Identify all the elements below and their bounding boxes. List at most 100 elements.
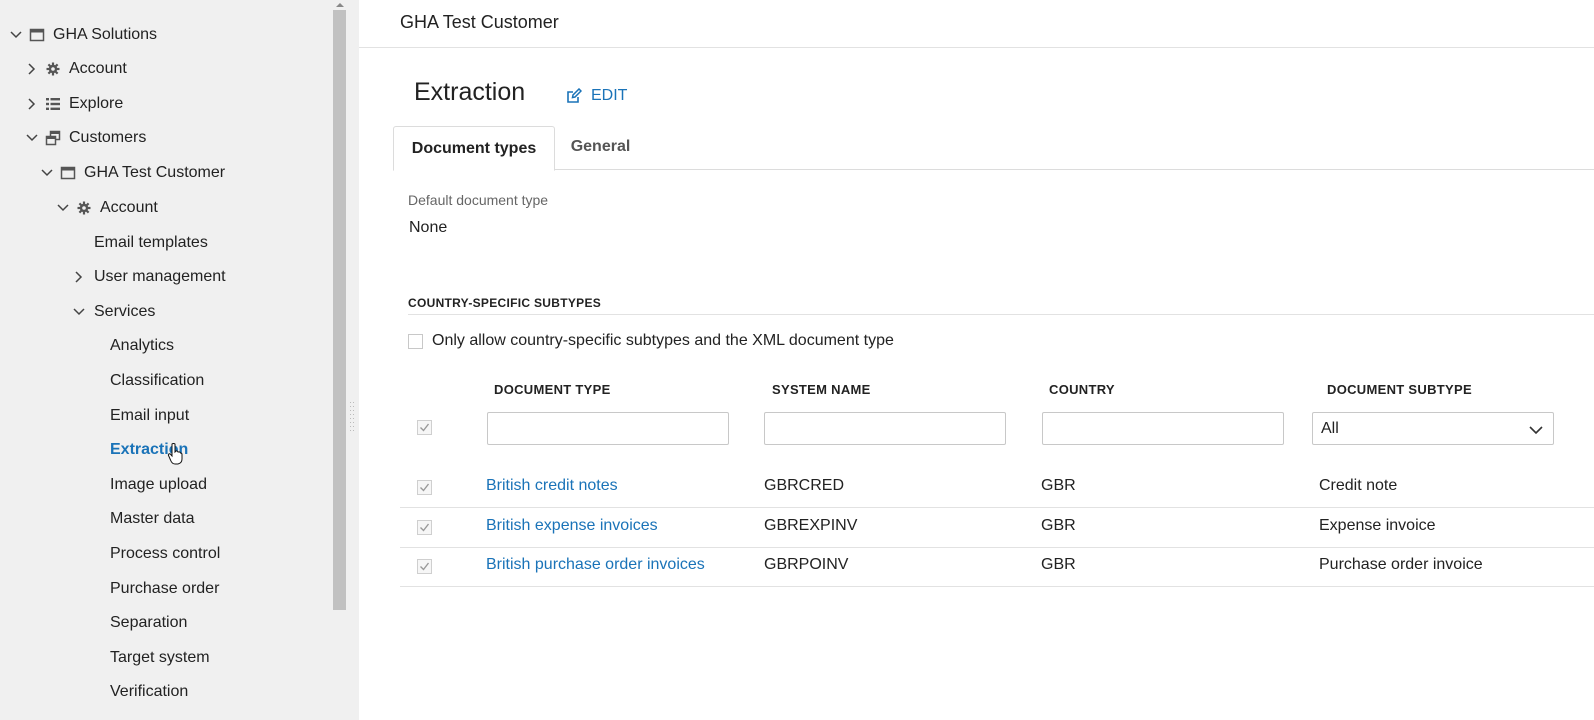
tree-item-services[interactable]: Services (0, 295, 330, 329)
navigation-tree: GHA Solutions Account Explore Customers … (0, 0, 330, 720)
tree-item-label: Verification (110, 683, 189, 700)
tree-item-user-management[interactable]: User management (0, 260, 330, 294)
sidebar-scrollbar-thumb[interactable] (333, 10, 346, 610)
table-row: British purchase order invoices GBRPOINV… (400, 546, 1594, 587)
chevron-down-icon[interactable] (25, 131, 39, 145)
tree-item-image-upload[interactable]: Image upload (0, 468, 330, 502)
country-cell: GBR (1041, 477, 1076, 494)
tree-item-label: Image upload (110, 476, 207, 493)
table-row: British expense invoices GBREXPINV GBR E… (400, 507, 1594, 548)
tree-item-separation[interactable]: Separation (0, 606, 330, 640)
tree-item-gha-solutions[interactable]: GHA Solutions (0, 18, 330, 52)
column-header-document-subtype[interactable]: DOCUMENT SUBTYPE (1327, 382, 1472, 397)
tree-item-label: GHA Test Customer (84, 164, 226, 181)
row-checkbox[interactable] (417, 559, 432, 574)
system-name-cell: GBREXPINV (764, 517, 858, 534)
tab-label: Document types (411, 139, 537, 157)
chevron-down-icon[interactable] (72, 305, 86, 319)
chevron-right-icon[interactable] (25, 97, 39, 111)
edit-button[interactable]: EDIT (566, 84, 627, 108)
tree-item-label: Process control (110, 545, 221, 562)
filter-country-input[interactable] (1042, 412, 1284, 445)
window-icon (60, 165, 76, 181)
document-subtype-cell: Purchase order invoice (1319, 556, 1483, 573)
document-type-link[interactable]: British credit notes (486, 477, 618, 495)
tree-item-label: Classification (110, 372, 205, 389)
tree-item-label: Email templates (94, 234, 208, 251)
tree-item-email-input[interactable]: Email input (0, 399, 330, 433)
edit-icon (566, 87, 583, 104)
top-bar: GHA Test Customer (359, 0, 1594, 48)
filter-document-type-input[interactable] (487, 412, 729, 445)
tree-item-label: Account (69, 60, 127, 77)
tree-item-label: User management (94, 268, 226, 285)
tree-item-label: Explore (69, 95, 124, 112)
tree-item-target-system[interactable]: Target system (0, 641, 330, 675)
edit-label: EDIT (591, 87, 628, 104)
page-title: Extraction (414, 78, 526, 106)
check-icon (420, 483, 430, 492)
tree-item-purchase-order[interactable]: Purchase order (0, 572, 330, 606)
tree-item-verification[interactable]: Verification (0, 675, 330, 709)
document-subtype-cell: Expense invoice (1319, 517, 1436, 534)
tree-item-label: GHA Solutions (53, 26, 158, 43)
tree-item-label: Analytics (110, 337, 175, 354)
row-checkbox[interactable] (417, 480, 432, 495)
chevron-down-icon[interactable] (56, 201, 70, 215)
select-all-checkbox[interactable] (417, 420, 432, 435)
scroll-up-arrow-icon[interactable] (333, 0, 346, 10)
chevron-down-icon[interactable] (40, 166, 54, 180)
country-cell: GBR (1041, 517, 1076, 534)
tree-item-classification[interactable]: Classification (0, 364, 330, 398)
chevron-right-icon[interactable] (72, 270, 86, 284)
tree-item-process-control[interactable]: Process control (0, 537, 330, 571)
select-value: All (1321, 419, 1339, 437)
tree-item-email-templates[interactable]: Email templates (0, 226, 330, 260)
tree-item-extraction[interactable]: Extraction (0, 433, 330, 467)
document-type-link[interactable]: British expense invoices (486, 517, 658, 535)
check-icon (420, 523, 430, 532)
system-name-cell: GBRCRED (764, 477, 845, 494)
tree-item-label: Account (100, 199, 158, 216)
section-heading: COUNTRY-SPECIFIC SUBTYPES (408, 296, 602, 310)
country-cell: GBR (1041, 556, 1076, 573)
document-type-link[interactable]: British purchase order invoices (486, 556, 705, 574)
only-allow-checkbox[interactable] (408, 333, 423, 349)
chevron-right-icon[interactable] (25, 62, 39, 76)
column-header-country[interactable]: COUNTRY (1049, 382, 1115, 397)
tree-item-customers[interactable]: Customers (0, 121, 330, 155)
sidebar-resize-handle[interactable] (349, 400, 355, 436)
row-checkbox[interactable] (417, 520, 432, 535)
tab-label: General (570, 138, 631, 155)
filter-system-name-input[interactable] (764, 412, 1006, 445)
check-icon (420, 423, 430, 432)
customer-title: GHA Test Customer (400, 12, 559, 32)
tree-item-label: Services (94, 303, 156, 320)
tree-item-analytics[interactable]: Analytics (0, 329, 330, 363)
chevron-down-icon[interactable] (9, 28, 23, 42)
tab-general[interactable]: General (553, 126, 648, 168)
tree-item-account[interactable]: Account (0, 52, 330, 86)
filter-document-subtype-select[interactable]: All (1312, 412, 1554, 445)
windows-icon (45, 130, 61, 146)
only-allow-label: Only allow country-specific subtypes and… (432, 332, 894, 349)
tree-item-label: Purchase order (110, 580, 220, 597)
divider (408, 314, 1594, 315)
tree-item-customer-account[interactable]: Account (0, 191, 330, 225)
check-icon (420, 562, 430, 571)
column-header-document-type[interactable]: DOCUMENT TYPE (494, 382, 611, 397)
tree-item-gha-test-customer[interactable]: GHA Test Customer (0, 156, 330, 190)
tree-item-master-data[interactable]: Master data (0, 502, 330, 536)
column-header-system-name[interactable]: SYSTEM NAME (772, 382, 871, 397)
document-subtype-cell: Credit note (1319, 477, 1398, 494)
list-icon (45, 96, 61, 112)
mouse-cursor-icon (167, 443, 183, 470)
tree-item-label: Email input (110, 407, 190, 424)
tree-item-label: Separation (110, 614, 188, 631)
only-allow-checkbox-row[interactable]: Only allow country-specific subtypes and… (408, 332, 894, 350)
tab-document-types[interactable]: Document types (393, 126, 555, 171)
tree-item-explore[interactable]: Explore (0, 87, 330, 121)
window-icon (29, 27, 45, 43)
default-document-type-label: Default document type (408, 192, 549, 208)
main-content: GHA Test Customer Extraction EDIT Docume… (359, 0, 1594, 720)
